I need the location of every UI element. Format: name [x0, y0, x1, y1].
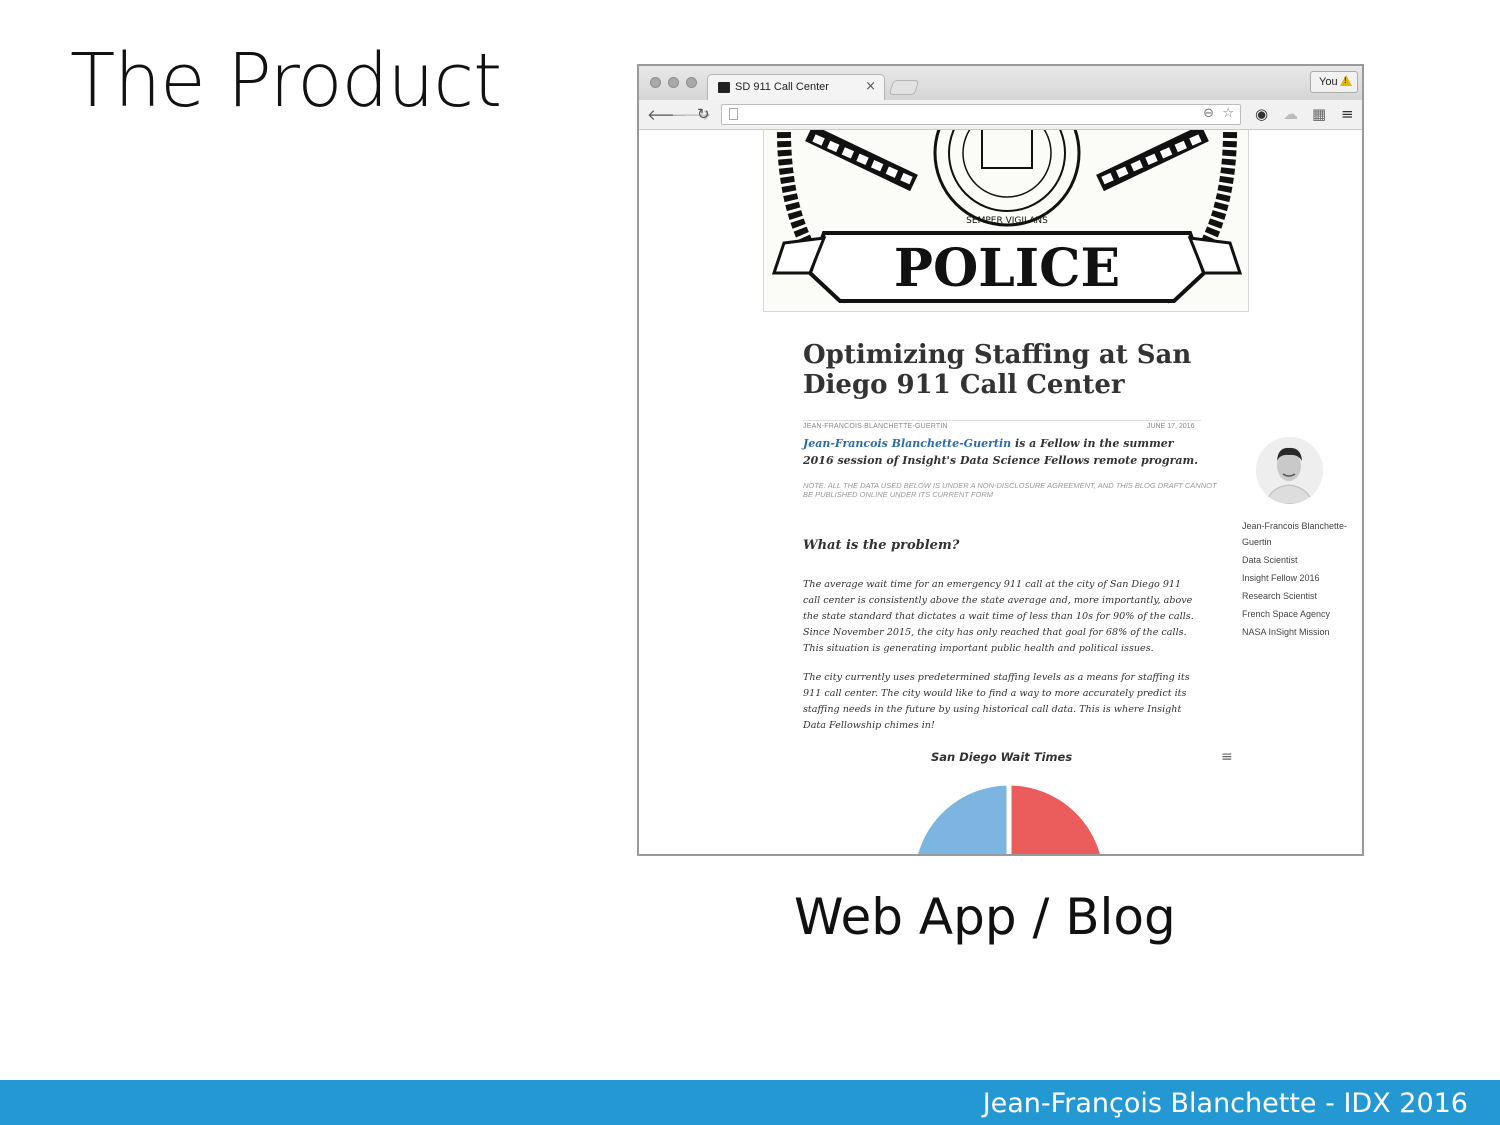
author-sidebar: Jean-Francois Blanchette-Guertin Data Sc…	[1242, 518, 1352, 642]
post-intro: Jean-Francois Blanchette-Guertin is a Fe…	[803, 436, 1203, 469]
paragraph-2: The city currently uses predetermined st…	[803, 672, 1190, 731]
hero-image: POLICE SEMPER VIGILANS	[763, 130, 1249, 312]
page-icon	[729, 108, 738, 120]
profile-button[interactable]: You	[1310, 71, 1358, 93]
tab-title: SD 911 Call Center	[735, 81, 829, 93]
sidebar-name: Jean-Francois Blanchette-Guertin	[1242, 521, 1348, 547]
browser-toolbar: 🡐 🡒 ↻ ⊖ ☆ ◉ ☁ ▦ ≡	[639, 100, 1362, 130]
reload-icon[interactable]: ↻	[697, 105, 710, 123]
avatar	[1256, 437, 1323, 504]
meta-divider	[803, 420, 1201, 421]
close-window-button[interactable]	[650, 77, 661, 88]
translate-icon[interactable]: ▦	[1312, 105, 1326, 123]
section-heading: What is the problem?	[803, 538, 960, 553]
new-tab-button[interactable]	[888, 80, 920, 95]
police-text: POLICE	[894, 238, 1120, 299]
maximize-window-button[interactable]	[686, 77, 697, 88]
police-badge-image: POLICE SEMPER VIGILANS	[771, 130, 1243, 304]
page-content: POLICE SEMPER VIGILANS Optimizing Staffi…	[639, 130, 1362, 854]
sidebar-role-1: Data Scientist	[1242, 555, 1298, 565]
menu-icon[interactable]: ≡	[1341, 105, 1354, 123]
footer-bar: Jean-François Blanchette - IDX 2016	[0, 1080, 1500, 1125]
extension-icon[interactable]: ◉	[1255, 105, 1268, 123]
post-date: JUNE 17, 2016	[1147, 423, 1195, 430]
footer-text: Jean-François Blanchette - IDX 2016	[982, 1088, 1468, 1119]
chart-title: San Diego Wait Times	[931, 750, 1073, 764]
author-link[interactable]: Jean-Francois Blanchette-Guertin	[803, 437, 1011, 450]
post-title: Optimizing Staffing at San Diego 911 Cal…	[803, 340, 1192, 400]
terminal-favicon-icon	[718, 82, 730, 93]
browser-window: SD 911 Call Center × You 🡐 🡒 ↻ ⊖ ☆ ◉ ☁ ▦…	[637, 64, 1364, 856]
browser-tab[interactable]: SD 911 Call Center ×	[707, 74, 885, 101]
pie-slice-0[interactable]	[912, 780, 1012, 854]
nda-note: NOTE: ALL THE DATA USED BELOW IS UNDER A…	[803, 481, 1217, 499]
pie-slice-1[interactable]	[1006, 780, 1106, 854]
post-author: JEAN-FRANCOIS BLANCHETTE-GUERTIN	[803, 423, 948, 430]
wait-times-pie-chart	[912, 780, 1106, 854]
star-icon[interactable]: ☆	[1222, 106, 1234, 121]
slide-title: The Product	[70, 38, 502, 124]
profile-label: You	[1319, 76, 1338, 88]
slide-caption: Web App / Blog	[794, 888, 1176, 946]
sidebar-role-5: NASA InSight Mission	[1242, 627, 1330, 637]
warning-icon	[1340, 75, 1352, 86]
seal-ring-text: SEMPER VIGILANS	[966, 216, 1048, 226]
address-bar[interactable]: ⊖ ☆	[721, 104, 1241, 125]
chart-menu-icon[interactable]: ≡	[1221, 749, 1233, 765]
sidebar-role-4: French Space Agency	[1242, 609, 1331, 619]
tab-close-icon[interactable]: ×	[865, 79, 876, 94]
sidebar-role-3: Research Scientist	[1242, 591, 1318, 601]
sidebar-role-2: Insight Fellow 2016	[1242, 573, 1320, 583]
paragraph-1: The average wait time for an emergency 9…	[803, 579, 1194, 654]
cloud-icon[interactable]: ☁	[1283, 105, 1298, 123]
minimize-window-button[interactable]	[668, 77, 679, 88]
tab-bar: SD 911 Call Center × You	[639, 66, 1362, 101]
zoom-icon[interactable]: ⊖	[1203, 106, 1214, 121]
